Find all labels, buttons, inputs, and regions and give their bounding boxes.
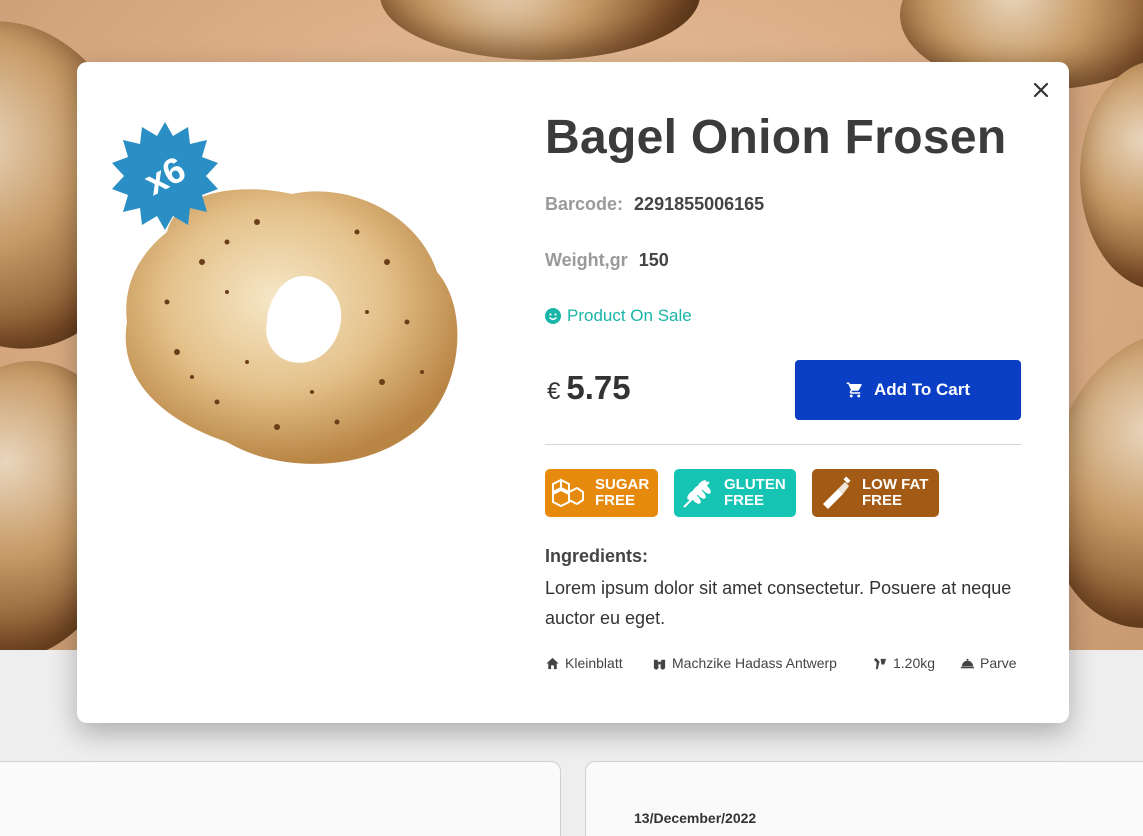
pack-quantity-badge: x6 [109,120,221,232]
meta-brand: Kleinblatt [545,655,623,671]
bread-loaf-image [380,0,700,60]
weight-row: Weight,gr 150 [545,250,669,271]
sale-label: Product On Sale [567,306,692,325]
bread-loaf-image [1080,60,1143,290]
smiley-icon [545,308,561,324]
sale-indicator: Product On Sale [545,306,692,326]
product-title: Bagel Onion Frosen [545,111,1007,164]
home-icon [546,657,559,669]
meta-weight: 1.20kg [873,655,935,671]
low-fat-tag: LOW FAT FREE [812,469,939,517]
price: € 5.75 [547,369,631,407]
product-modal: x6 Bagel Onion Frosen Barcode: 229185500… [77,62,1069,723]
tag-line: FREE [595,492,636,509]
divider [545,444,1021,445]
barcode-value: 2291855006165 [634,194,765,214]
tag-line: GLUTEN [724,476,786,493]
currency-symbol: € [547,378,561,405]
wheat-icon [683,480,711,508]
tag-line: FREE [862,492,903,509]
meta-weight-label: 1.20kg [893,655,936,671]
sugar-cubes-icon [552,478,584,508]
meta-kosher-label: Parve [980,655,1017,671]
barcode-row: Barcode: 2291855006165 [545,194,764,215]
cloche-icon [960,658,975,668]
close-button[interactable] [1030,79,1052,101]
weight-value: 150 [638,250,669,270]
close-icon [1033,82,1049,98]
meta-brand-label: Kleinblatt [565,655,623,671]
barcode-label: Barcode: [545,194,624,214]
price-amount: 5.75 [566,369,631,406]
ingredients-title: Ingredients: [545,546,649,566]
ingredients-text: Lorem ipsum dolor sit amet consectetur. … [545,578,1012,628]
add-to-cart-label: Add To Cart [873,380,970,399]
binoculars-icon [653,659,666,670]
tag-line: SUGAR [595,476,650,493]
scale-icon [873,657,887,669]
bottle-icon [823,476,851,509]
background-card[interactable] [0,761,561,836]
sugar-free-tag: SUGAR FREE [545,469,658,517]
tag-line: FREE [724,492,765,509]
weight-label: Weight,gr [545,250,628,270]
meta-certification-label: Machzike Hadass Antwerp [672,655,837,671]
background-card[interactable]: 13/December/2022 [585,761,1143,836]
gluten-free-tag: GLUTEN FREE [674,469,796,517]
cart-icon [846,382,862,398]
card-date: 13/December/2022 [634,810,757,826]
meta-kosher-type: Parve [960,655,1017,671]
tag-line: LOW FAT [862,476,929,493]
meta-certification: Machzike Hadass Antwerp [652,655,837,671]
add-to-cart-button[interactable]: Add To Cart [795,360,1021,420]
